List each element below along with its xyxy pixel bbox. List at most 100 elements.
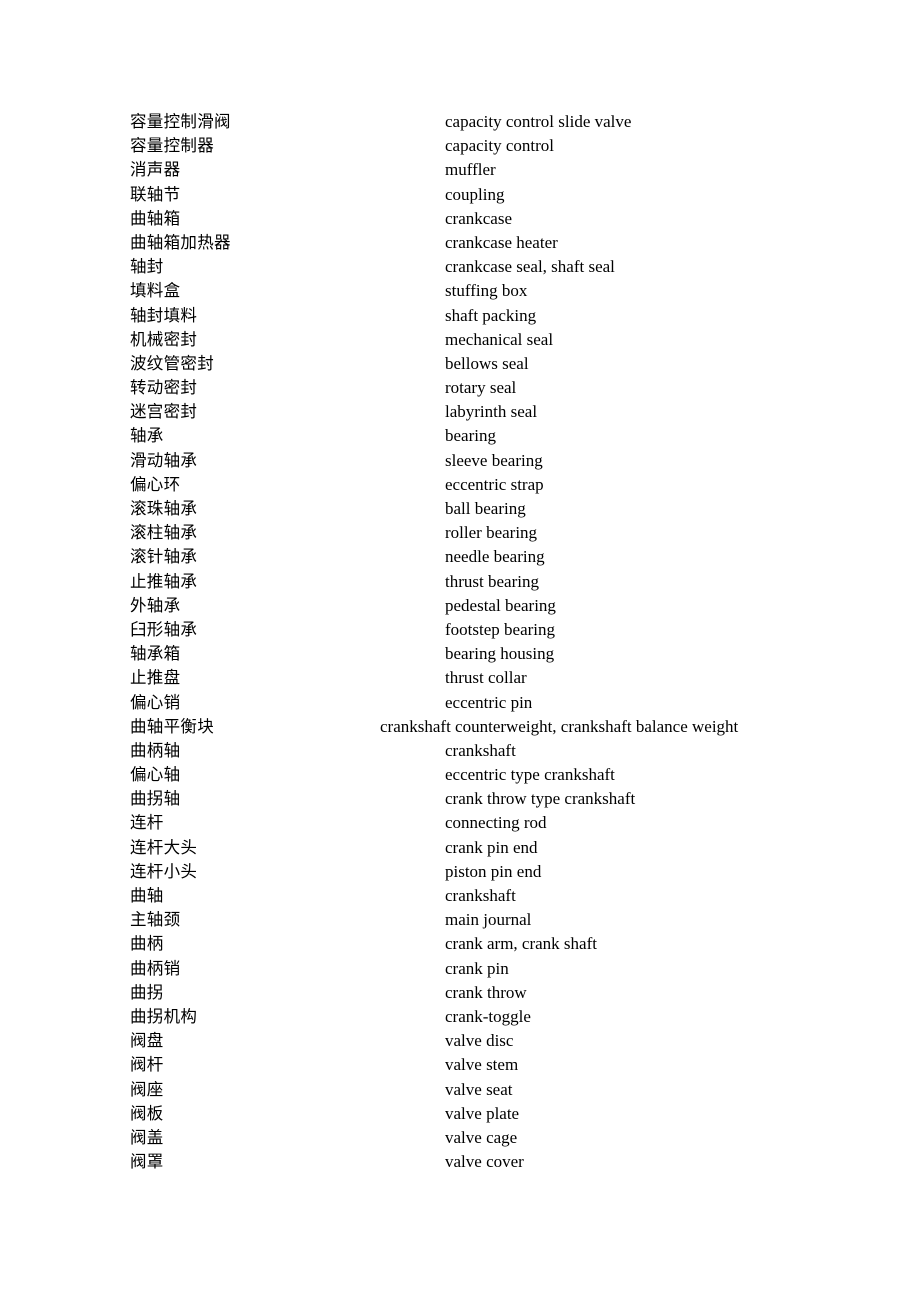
glossary-entry: 曲拐轴 crank throw type crankshaft [0, 787, 920, 811]
glossary-entry: 偏心销 eccentric pin [0, 691, 920, 715]
glossary-term-english: capacity control [445, 136, 555, 156]
glossary-term-chinese: 机械密封 [130, 329, 198, 349]
glossary-entry: 容量控制滑阀 capacity control slide valve [0, 110, 920, 134]
glossary-term-english: eccentric pin [445, 692, 533, 712]
glossary-term-english: thrust collar [445, 668, 527, 688]
glossary-term-english: roller bearing [445, 523, 538, 543]
glossary-term-english: bearing housing [445, 644, 555, 664]
glossary-entry: 偏心轴 eccentric type crankshaft [0, 763, 920, 787]
glossary-term-chinese: 轴承箱 [130, 644, 181, 664]
glossary-term-chinese: 阀盘 [130, 1031, 164, 1051]
glossary-term-english: eccentric type crankshaft [445, 765, 615, 785]
glossary-term-chinese: 转动密封 [130, 378, 198, 398]
glossary-term-chinese: 曲轴平衡块 [130, 716, 214, 736]
glossary-entry: 波纹管密封 bellows seal [0, 352, 920, 376]
glossary-entry: 止推轴承 thrust bearing [0, 570, 920, 594]
glossary-term-english: valve stem [445, 1055, 519, 1075]
glossary-term-english: valve plate [445, 1103, 520, 1123]
glossary-entry: 曲轴 crankshaft [0, 884, 920, 908]
glossary-term-chinese: 滚珠轴承 [130, 499, 198, 518]
glossary-term-english: stuffing box [445, 281, 528, 301]
glossary-entry: 止推盘 thrust collar [0, 666, 920, 690]
glossary-term-chinese: 止推盘 [130, 668, 181, 688]
glossary-entry: 连杆小头 piston pin end [0, 860, 920, 884]
glossary-term-english: bearing [445, 426, 496, 446]
glossary-entry: 滑动轴承 sleeve bearing [0, 449, 920, 473]
glossary-entry: 轴封填料 shaft packing [0, 304, 920, 328]
glossary-term-english: main journal [445, 910, 532, 930]
glossary-term-chinese: 轴承 [130, 426, 164, 446]
glossary-term-chinese: 曲柄轴 [130, 740, 181, 760]
glossary-term-chinese: 偏心环 [130, 474, 181, 494]
glossary-entry: 迷宫密封 labyrinth seal [0, 400, 920, 424]
glossary-term-english: crank throw [445, 982, 527, 1002]
glossary-entry: 连杆大头 crank pin end [0, 836, 920, 860]
glossary-entry: 阀杆 valve stem [0, 1053, 920, 1077]
glossary-term-chinese: 臼形轴承 [130, 619, 198, 639]
glossary-entry: 偏心环 eccentric strap [0, 473, 920, 497]
glossary-term-chinese: 容量控制器 [130, 136, 214, 156]
glossary-entry: 机械密封 mechanical seal [0, 328, 920, 352]
glossary-term-chinese: 阀罩 [130, 1152, 164, 1172]
glossary-entry: 连杆 connecting rod [0, 811, 920, 835]
glossary-term-english: crankshaft [445, 886, 516, 905]
glossary-term-english: ball bearing [445, 499, 526, 518]
glossary-term-chinese: 曲拐轴 [130, 789, 181, 809]
glossary-term-english: coupling [445, 184, 505, 204]
glossary-term-english: rotary seal [445, 378, 517, 398]
glossary-entry: 曲拐机构 crank-toggle [0, 1005, 920, 1029]
glossary-term-chinese: 滑动轴承 [130, 450, 198, 470]
glossary-term-english: needle bearing [445, 547, 545, 567]
glossary-term-chinese: 阀盖 [130, 1127, 164, 1147]
glossary-entry: 填料盒 stuffing box [0, 279, 920, 303]
glossary-term-chinese: 填料盒 [130, 281, 181, 301]
glossary-term-english: crank pin end [445, 837, 538, 857]
glossary-term-english: eccentric strap [445, 474, 544, 494]
glossary-term-english: bellows seal [445, 353, 529, 373]
glossary-term-english: footstep bearing [445, 619, 555, 639]
glossary-entry: 曲轴箱加热器 crankcase heater [0, 231, 920, 255]
glossary-term-english: valve seat [445, 1079, 513, 1099]
glossary-term-chinese: 偏心销 [130, 692, 181, 712]
glossary-term-chinese: 曲柄 [130, 934, 164, 954]
glossary-term-english: valve disc [445, 1031, 514, 1051]
glossary-term-chinese: 迷宫密封 [130, 402, 198, 422]
glossary-term-chinese: 曲拐机构 [130, 1006, 198, 1026]
glossary-term-chinese: 曲柄销 [130, 958, 181, 978]
glossary-term-english: shaft packing [445, 305, 537, 325]
glossary-term-chinese: 主轴颈 [130, 910, 181, 930]
glossary-list: 容量控制滑阀 capacity control slide valve 容量控制器 c… [0, 110, 920, 1174]
glossary-term-chinese: 滚针轴承 [130, 547, 198, 567]
glossary-entry: 曲柄轴 crankshaft [0, 739, 920, 763]
glossary-term-english: mechanical seal [445, 329, 554, 349]
glossary-term-chinese: 波纹管密封 [130, 353, 214, 373]
glossary-term-chinese: 止推轴承 [130, 571, 198, 591]
glossary-term-english: labyrinth seal [445, 402, 538, 422]
glossary-entry: 外轴承 pedestal bearing [0, 594, 920, 618]
glossary-entry: 曲轴箱 crankcase [0, 207, 920, 231]
glossary-term-english: crankcase seal, shaft seal [445, 257, 615, 277]
glossary-term-english: sleeve bearing [445, 450, 543, 470]
glossary-term-chinese: 阀座 [130, 1079, 164, 1099]
glossary-term-english: capacity control slide valve [445, 112, 632, 131]
glossary-term-chinese: 曲轴箱 [130, 208, 181, 228]
glossary-term-chinese: 曲拐 [130, 982, 164, 1002]
glossary-term-chinese: 连杆 [130, 813, 164, 833]
glossary-term-english: crankshaft [445, 740, 516, 760]
glossary-term-english: crank-toggle [445, 1006, 531, 1026]
glossary-term-chinese: 曲轴 [130, 886, 164, 905]
glossary-entry: 臼形轴承 footstep bearing [0, 618, 920, 642]
glossary-term-english: crank pin [445, 958, 509, 978]
glossary-term-chinese: 曲轴箱加热器 [130, 232, 231, 252]
glossary-term-chinese: 阀板 [130, 1103, 164, 1123]
glossary-entry: 曲拐 crank throw [0, 981, 920, 1005]
glossary-term-english: crank arm, crank shaft [445, 934, 597, 954]
glossary-entry: 容量控制器 capacity control [0, 134, 920, 158]
glossary-entry: 滚柱轴承 roller bearing [0, 521, 920, 545]
glossary-term-chinese: 轴封 [130, 257, 164, 277]
glossary-term-chinese: 偏心轴 [130, 765, 181, 785]
glossary-term-english: thrust bearing [445, 571, 539, 591]
glossary-term-english: crank throw type crankshaft [445, 789, 636, 809]
glossary-term-english: crankcase [445, 208, 513, 228]
glossary-entry: 轴封 crankcase seal, shaft seal [0, 255, 920, 279]
